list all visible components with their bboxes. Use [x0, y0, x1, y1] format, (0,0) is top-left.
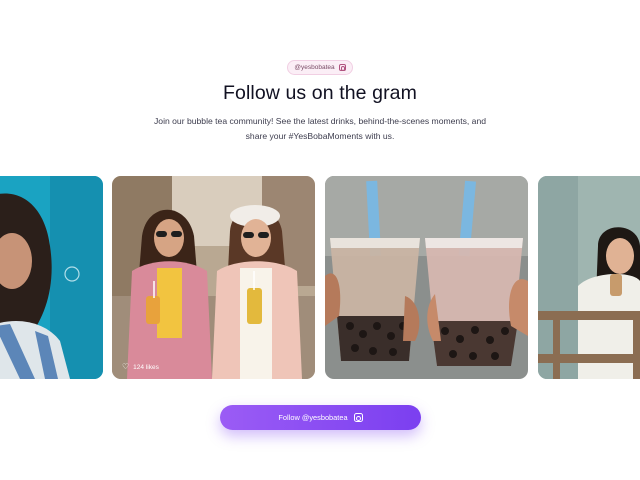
gallery-post-2[interactable]: ♡ 124 likes: [112, 176, 315, 379]
gallery-post-1[interactable]: [0, 176, 103, 379]
gallery-post-3[interactable]: [325, 176, 528, 379]
follow-instagram-button[interactable]: Follow @yesbobatea: [220, 405, 421, 430]
post-likes[interactable]: ♡ 124 likes: [122, 363, 159, 371]
gallery-post-4[interactable]: [538, 176, 640, 379]
instagram-icon: [353, 413, 363, 422]
heart-icon: ♡: [122, 362, 130, 371]
post-image-curly-hair-woman: [0, 176, 103, 379]
instagram-icon: [338, 64, 346, 71]
handle-badge[interactable]: @yesbobatea: [287, 60, 353, 75]
post-image-friends-with-boba: [112, 176, 315, 379]
page-title: Follow us on the gram: [223, 82, 417, 104]
page-subtitle: Join our bubble tea community! See the l…: [154, 116, 486, 141]
post-likes-count: 124 likes: [133, 363, 159, 371]
handle-badge-label: @yesbobatea: [294, 64, 335, 71]
follow-button-label: Follow @yesbobatea: [278, 413, 348, 422]
post-image-boba-cheers: [325, 176, 528, 379]
post-image-woman-railing: [538, 176, 640, 379]
